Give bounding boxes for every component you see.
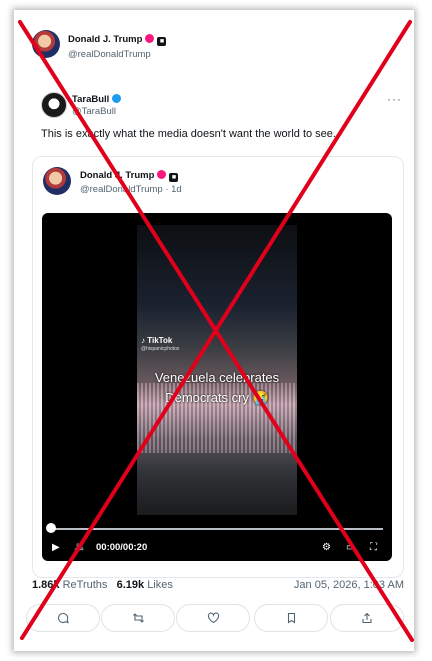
more-options-icon[interactable]: ··· xyxy=(387,92,402,106)
share-button[interactable] xyxy=(330,604,404,632)
pip-icon[interactable]: ▭ xyxy=(346,542,355,554)
play-icon[interactable]: ▶ xyxy=(52,542,60,554)
post-date[interactable]: Jan 05, 2026, 1:03 AM xyxy=(294,579,404,591)
avatar[interactable] xyxy=(43,167,71,195)
like-icon xyxy=(207,612,219,624)
video-caption-line1: Venezuela celebrates xyxy=(154,370,280,385)
scrub-handle[interactable] xyxy=(46,523,56,533)
fullscreen-icon[interactable]: ⛶ xyxy=(370,542,377,554)
volume-icon[interactable]: 🔈 xyxy=(74,542,86,554)
retruths-count[interactable]: 1.86k xyxy=(32,579,60,591)
reply-button[interactable] xyxy=(26,604,100,632)
square-badge-icon: ■ xyxy=(169,173,179,182)
post-author-handle[interactable]: @TaraBull xyxy=(72,106,116,117)
verified-badge-icon xyxy=(157,170,167,179)
action-bar xyxy=(14,604,414,634)
avatar[interactable] xyxy=(41,92,67,118)
like-button[interactable] xyxy=(176,604,250,632)
tiktok-handle: @hispanicphotos xyxy=(141,346,180,352)
likes-label[interactable]: Likes xyxy=(147,579,173,591)
engagement-stats: 1.86k ReTruths 6.19k Likes xyxy=(32,579,173,591)
video-caption-line2: Democrats cry 😭 xyxy=(165,390,269,405)
retruth-icon xyxy=(132,613,144,623)
author-handle[interactable]: @realDonaldTrump xyxy=(68,49,151,60)
verified-badge-icon xyxy=(112,94,122,103)
square-badge-icon: ■ xyxy=(157,37,167,46)
author-name[interactable]: Donald J. Trump ■ xyxy=(68,34,167,46)
bookmark-icon xyxy=(287,612,295,624)
tiktok-watermark: ♪ TikTok xyxy=(141,336,173,345)
post-text: This is exactly what the media doesn't w… xyxy=(41,128,336,140)
quoted-author-name[interactable]: Donald J. Trump ■ xyxy=(80,170,179,182)
reply-icon xyxy=(58,612,69,624)
bookmark-button[interactable] xyxy=(254,604,328,632)
share-icon xyxy=(362,612,372,624)
retruths-label[interactable]: ReTruths xyxy=(63,579,108,591)
settings-icon[interactable]: ⚙ xyxy=(322,542,331,554)
likes-count[interactable]: 6.19k xyxy=(117,579,145,591)
avatar[interactable] xyxy=(32,30,60,58)
post-card: Donald J. Trump ■ @realDonaldTrump TaraBu… xyxy=(14,10,414,651)
video-time: 00:00/00:20 xyxy=(96,542,148,553)
video-player[interactable]: ♪ TikTok @hispanicphotos Venezuela celeb… xyxy=(42,213,392,561)
post-author-name[interactable]: TaraBull xyxy=(72,94,122,105)
quoted-author-handle[interactable]: @realDonaldTrump · 1d xyxy=(80,184,182,195)
retruth-button[interactable] xyxy=(101,604,175,632)
verified-badge-icon xyxy=(145,34,155,43)
progress-bar[interactable] xyxy=(51,528,383,530)
